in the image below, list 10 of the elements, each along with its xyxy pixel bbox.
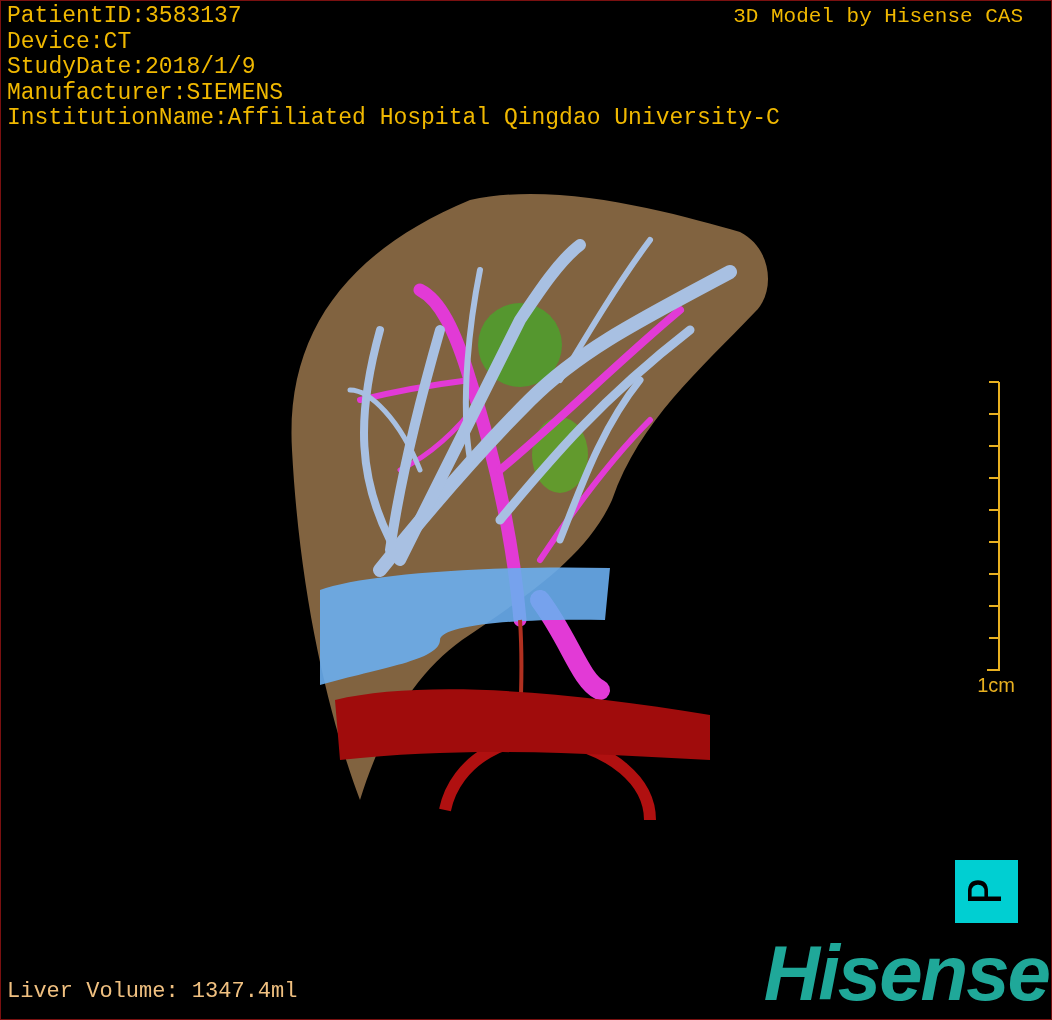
- patient-info-text: Device:CT: [7, 29, 132, 55]
- scale-label: 1cm: [977, 673, 1015, 697]
- orientation-marker[interactable]: P: [955, 860, 1018, 923]
- patient-info-text: PatientID:3583137: [7, 4, 242, 30]
- liver-volume-text: Liver Volume: 1347.4ml: [7, 979, 298, 1005]
- patient-info-text: Manufacturer:SIEMENS: [7, 80, 284, 106]
- patient-info-text: StudyDate:2018/1/9: [7, 55, 256, 81]
- model-title: 3D Model by Hisense CAS: [733, 4, 1023, 30]
- logo: Hisense: [763, 933, 1049, 1013]
- patient-info-text: InstitutionName:Affiliated Hospital Qingdao University-C: [7, 106, 780, 132]
